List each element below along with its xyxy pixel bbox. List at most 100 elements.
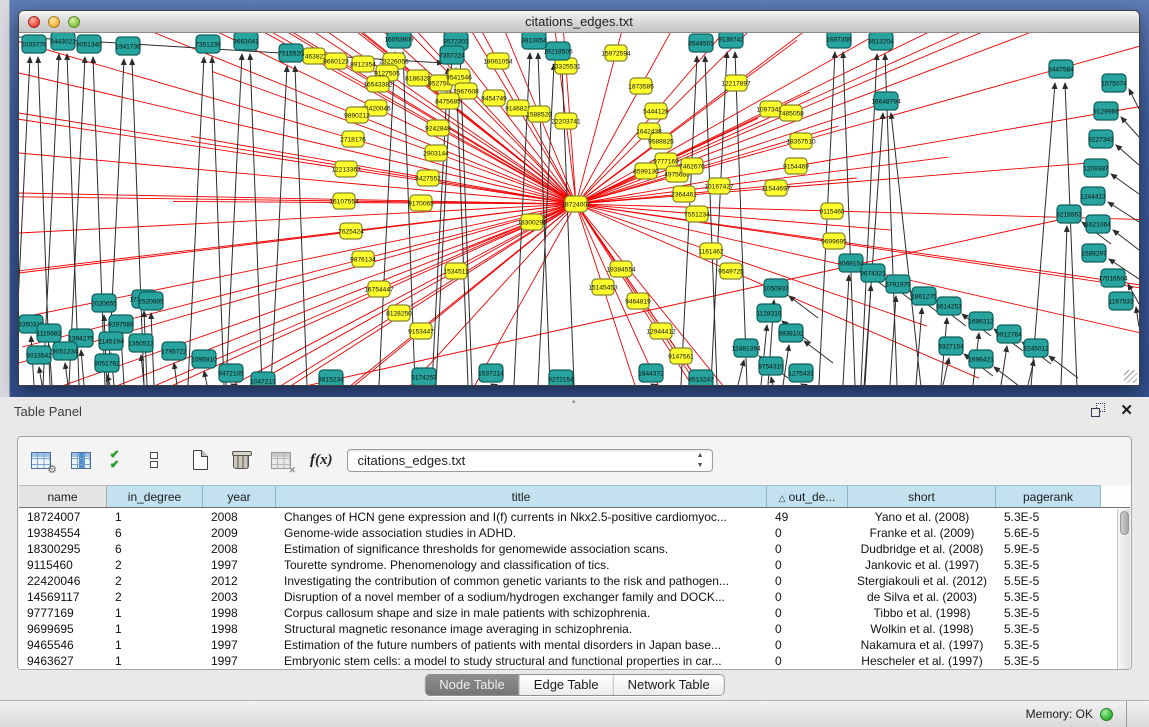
table-row[interactable]: 977716911998Corpus callosum shape and si… — [19, 605, 1117, 621]
status-separator — [1126, 701, 1127, 727]
graph-node-label: 9663041 — [233, 38, 259, 45]
table-cell: 2008 — [203, 509, 276, 525]
float-panel-icon[interactable] — [1091, 403, 1105, 417]
table-row[interactable]: 2242004622012Investigating the contribut… — [19, 573, 1117, 589]
table-selector-dropdown[interactable]: citations_edges.txt ▲▼ — [347, 449, 713, 472]
graph-node-label: 9513247 — [688, 376, 714, 383]
graph-edge — [1001, 346, 1007, 385]
table-cell: Wolkin et al. (1998) — [848, 621, 996, 637]
graph-node-label: 18357510 — [786, 138, 816, 145]
table-cell: 6 — [107, 525, 203, 541]
table-cell: Yano et al. (2008) — [848, 509, 996, 525]
graph-node-label: 5444128 — [643, 108, 669, 115]
column-header-pagerank[interactable]: pagerank — [996, 485, 1101, 507]
column-header-in_degree[interactable]: in_degree — [107, 485, 203, 507]
table-cell: 14569117 — [19, 589, 107, 605]
graph-edge — [651, 384, 653, 385]
table-cell: 1997 — [203, 557, 276, 573]
table-settings-icon[interactable]: ⚙ — [30, 450, 54, 472]
table-row[interactable]: 1938455462009Genome-wide association stu… — [19, 525, 1117, 541]
graph-node-label: 15145453 — [588, 284, 618, 291]
graph-node-label: 1795722 — [161, 348, 187, 355]
column-header-short[interactable]: short — [848, 485, 996, 507]
table-cell: Franke et al. (2009) — [848, 525, 996, 541]
graph-edge — [229, 204, 576, 385]
memory-ok-icon[interactable] — [1100, 708, 1113, 721]
graph-edge — [39, 367, 42, 385]
table-cell: 2 — [107, 557, 203, 573]
table-cell: 2003 — [203, 589, 276, 605]
show-columns-icon[interactable] — [70, 450, 94, 472]
graph-edge — [994, 367, 1023, 385]
create-table-icon[interactable] — [190, 450, 214, 472]
table-toolbar: ⚙ ✔✔ ✕ f(x) — [18, 437, 1131, 484]
tab-edge-table[interactable]: Edge Table — [520, 675, 614, 695]
table-row[interactable]: 969969511998Structural magnetic resonanc… — [19, 621, 1117, 637]
graph-node-label: 8128250 — [386, 310, 412, 317]
table-cell: 0 — [767, 541, 848, 557]
column-header-name[interactable]: name — [19, 485, 107, 507]
table-row[interactable]: 946554611997Estimation of the future num… — [19, 637, 1117, 653]
graph-node-label: 8443021 — [50, 38, 76, 45]
graph-node-label: 2903144 — [423, 150, 449, 157]
table-cell: 2 — [107, 589, 203, 605]
column-header-year[interactable]: year — [203, 485, 276, 507]
node-table: namein_degreeyeartitle△out_de...shortpag… — [19, 485, 1130, 669]
table-cell: Dudbridge et al. (2008) — [848, 541, 996, 557]
table-cell: 1 — [107, 653, 203, 669]
graph-node-label: 1275431 — [788, 370, 814, 377]
table-cell: Estimation of significance thresholds fo… — [276, 541, 767, 557]
column-header-out_de[interactable]: △out_de... — [767, 485, 848, 507]
tab-node-table[interactable]: Node Table — [425, 675, 520, 695]
graph-edge — [761, 325, 767, 385]
dropdown-arrows-icon: ▲▼ — [697, 451, 704, 471]
citation-network-graph[interactable]: 1830029574638229660123891235423226058912… — [19, 33, 1139, 385]
graph-node-label: 1575074 — [1101, 80, 1127, 87]
table-cell: 2008 — [203, 541, 276, 557]
graph-node-label: 10167427 — [704, 183, 734, 190]
table-cell: 0 — [767, 605, 848, 621]
graph-edge — [399, 204, 576, 313]
graph-node-label: 9242848 — [425, 125, 451, 132]
table-row[interactable]: 911546021997Tourette syndrome. Phenomeno… — [19, 557, 1117, 573]
table-row[interactable]: 946362711997Embryonic stem cells: a mode… — [19, 653, 1117, 669]
graph-node-label: 9272154 — [548, 376, 574, 383]
tab-network-table[interactable]: Network Table — [614, 675, 724, 695]
table-cell: Jankovic et al. (1997) — [848, 557, 996, 573]
select-checked-icon[interactable]: ✔✔ — [110, 450, 134, 472]
graph-node-label: 9154469 — [783, 163, 809, 170]
network-window-title: citations_edges.txt — [19, 14, 1139, 29]
graph-edge — [771, 33, 1083, 109]
table-cell: 22420046 — [19, 573, 107, 589]
graph-node-label: 8475685 — [435, 98, 461, 105]
vertical-scrollbar[interactable] — [1117, 509, 1130, 669]
graph-node-label: 2033778 — [21, 41, 47, 48]
column-header-title[interactable]: title — [276, 485, 767, 507]
function-builder-icon[interactable]: f(x) — [310, 452, 333, 469]
delete-rows-icon[interactable] — [230, 450, 254, 472]
graph-edge — [65, 363, 68, 385]
graph-node-label: 1161462 — [698, 248, 724, 255]
graph-node-label: 8813054 — [521, 37, 547, 44]
network-canvas[interactable]: 1830029574638229660123891235423226058912… — [19, 33, 1139, 385]
window-resize-grip[interactable] — [1124, 370, 1137, 383]
graph-node-label: 1050937 — [763, 285, 789, 292]
table-body: 1872400712008Changes of HCN gene express… — [19, 509, 1117, 669]
graph-node-label: 1861275 — [911, 293, 937, 300]
table-cell: 1998 — [203, 621, 276, 637]
graph-node-label: 1145194 — [98, 338, 124, 345]
scrollbar-thumb[interactable] — [1120, 511, 1129, 535]
network-window-titlebar[interactable]: citations_edges.txt — [19, 11, 1139, 33]
table-row[interactable]: 1456911722003Disruption of a novel membe… — [19, 589, 1117, 605]
table-row[interactable]: 1872400712008Changes of HCN gene express… — [19, 509, 1117, 525]
graph-node-label: 8427552 — [415, 175, 441, 182]
graph-node-label: 1696421 — [968, 356, 994, 363]
close-panel-icon[interactable]: ✕ — [1120, 401, 1133, 419]
table-row[interactable]: 1830029562008Estimation of significance … — [19, 541, 1117, 557]
select-rows-icon[interactable] — [150, 450, 174, 472]
table-cell: Tourette syndrome. Phenomenology and cla… — [276, 557, 767, 573]
graph-node-label: 12944412 — [646, 328, 676, 335]
table-type-tabs: Node TableEdge TableNetwork Table — [424, 674, 725, 696]
graph-node-label: 8513204 — [868, 38, 894, 45]
table-header-row: namein_degreeyeartitle△out_de...shortpag… — [19, 485, 1130, 508]
